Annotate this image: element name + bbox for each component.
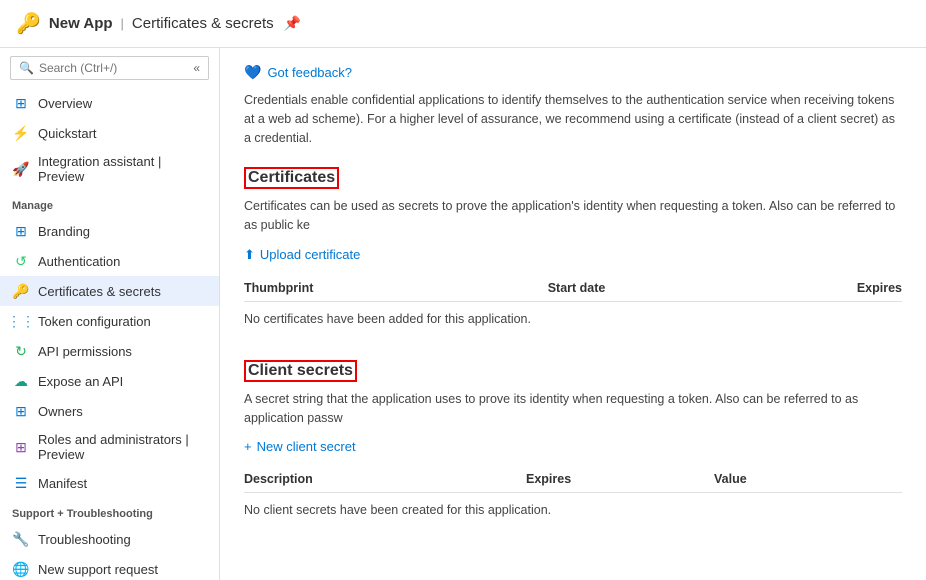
nav-roles[interactable]: ⊞ Roles and administrators | Preview [0, 426, 219, 468]
nav-label-troubleshooting: Troubleshooting [38, 532, 131, 547]
heart-icon: 💙 [244, 64, 261, 81]
support-icon: 🌐 [12, 560, 30, 578]
separator: | [121, 16, 124, 31]
nav-api-permissions[interactable]: ↻ API permissions [0, 336, 219, 366]
col-expires: Expires [750, 281, 902, 295]
certificates-description: Certificates can be used as secrets to p… [244, 197, 902, 235]
intro-text: Credentials enable confidential applicat… [244, 91, 902, 147]
client-secrets-empty-message: No client secrets have been created for … [244, 493, 902, 527]
nav-branding[interactable]: ⊞ Branding [0, 216, 219, 246]
quickstart-icon: ⚡ [12, 124, 30, 142]
nav-expose-api[interactable]: ☁ Expose an API [0, 366, 219, 396]
col-description: Description [244, 472, 526, 486]
troubleshoot-icon: 🔧 [12, 530, 30, 548]
col-startdate: Start date [548, 281, 750, 295]
app-icon: 🔑 [16, 11, 41, 36]
nav-support-request[interactable]: 🌐 New support request [0, 554, 219, 580]
certificates-table: Thumbprint Start date Expires No certifi… [244, 275, 902, 336]
roles-icon: ⊞ [12, 438, 30, 456]
nav-label-owners: Owners [38, 404, 83, 419]
nav-label-quickstart: Quickstart [38, 126, 97, 141]
cert-icon: 🔑 [12, 282, 30, 300]
nav-label-branding: Branding [38, 224, 90, 239]
nav-certificates[interactable]: 🔑 Certificates & secrets [0, 276, 219, 306]
integration-icon: 🚀 [12, 160, 30, 178]
top-bar: 🔑 New App | Certificates & secrets 📌 [0, 0, 926, 48]
nav-overview[interactable]: ⊞ Overview [0, 88, 219, 118]
new-client-secret-button[interactable]: + New client secret [244, 439, 902, 454]
col-value: Value [714, 472, 902, 486]
nav-troubleshooting[interactable]: 🔧 Troubleshooting [0, 524, 219, 554]
upload-icon: ⬆ [244, 247, 255, 263]
nav-label-support-request: New support request [38, 562, 158, 577]
nav-label-roles: Roles and administrators | Preview [38, 432, 207, 462]
overview-icon: ⊞ [12, 94, 30, 112]
new-secret-label: New client secret [257, 439, 356, 454]
nav-label-certificates: Certificates & secrets [38, 284, 161, 299]
pin-icon[interactable]: 📌 [284, 15, 301, 32]
client-secrets-table: Description Expires Value No client secr… [244, 466, 902, 527]
certificates-table-header: Thumbprint Start date Expires [244, 275, 902, 302]
certificates-section: Certificates Certificates can be used as… [244, 167, 902, 336]
feedback-bar[interactable]: 💙 Got feedback? [244, 64, 902, 81]
certificates-heading: Certificates [244, 167, 339, 189]
search-input[interactable] [39, 61, 189, 75]
api-icon: ↻ [12, 342, 30, 360]
upload-label: Upload certificate [260, 247, 360, 262]
nav-quickstart[interactable]: ⚡ Quickstart [0, 118, 219, 148]
app-name: New App [49, 15, 113, 32]
support-section-label: Support + Troubleshooting [0, 498, 219, 524]
nav-label-overview: Overview [38, 96, 92, 111]
nav-label-api-permissions: API permissions [38, 344, 132, 359]
nav-label-integration: Integration assistant | Preview [38, 154, 207, 184]
manifest-icon: ☰ [12, 474, 30, 492]
nav-integration[interactable]: 🚀 Integration assistant | Preview [0, 148, 219, 190]
client-secrets-table-header: Description Expires Value [244, 466, 902, 493]
main-layout: 🔍 « ⊞ Overview ⚡ Quickstart 🚀 Integratio… [0, 48, 926, 580]
client-secrets-section: Client secrets A secret string that the … [244, 360, 902, 528]
nav-authentication[interactable]: ↺ Authentication [0, 246, 219, 276]
owners-icon: ⊞ [12, 402, 30, 420]
search-icon: 🔍 [19, 61, 34, 75]
col-thumbprint: Thumbprint [244, 281, 548, 295]
feedback-text: Got feedback? [267, 65, 352, 80]
nav-manifest[interactable]: ☰ Manifest [0, 468, 219, 498]
sidebar: 🔍 « ⊞ Overview ⚡ Quickstart 🚀 Integratio… [0, 48, 220, 580]
certificates-empty-message: No certificates have been added for this… [244, 302, 902, 336]
client-secrets-description: A secret string that the application use… [244, 390, 902, 428]
search-box[interactable]: 🔍 « [10, 56, 209, 80]
token-icon: ⋮⋮ [12, 312, 30, 330]
page-title: Certificates & secrets [132, 15, 274, 32]
collapse-icon[interactable]: « [193, 61, 200, 75]
content-area: 💙 Got feedback? Credentials enable confi… [220, 48, 926, 580]
nav-token[interactable]: ⋮⋮ Token configuration [0, 306, 219, 336]
col-expires2: Expires [526, 472, 714, 486]
nav-label-manifest: Manifest [38, 476, 87, 491]
manage-section-label: Manage [0, 190, 219, 216]
auth-icon: ↺ [12, 252, 30, 270]
nav-label-expose-api: Expose an API [38, 374, 123, 389]
new-secret-icon: + [244, 439, 252, 454]
client-secrets-heading: Client secrets [244, 360, 357, 382]
expose-icon: ☁ [12, 372, 30, 390]
nav-label-authentication: Authentication [38, 254, 120, 269]
branding-icon: ⊞ [12, 222, 30, 240]
nav-label-token: Token configuration [38, 314, 151, 329]
nav-owners[interactable]: ⊞ Owners [0, 396, 219, 426]
upload-certificate-button[interactable]: ⬆ Upload certificate [244, 247, 902, 263]
